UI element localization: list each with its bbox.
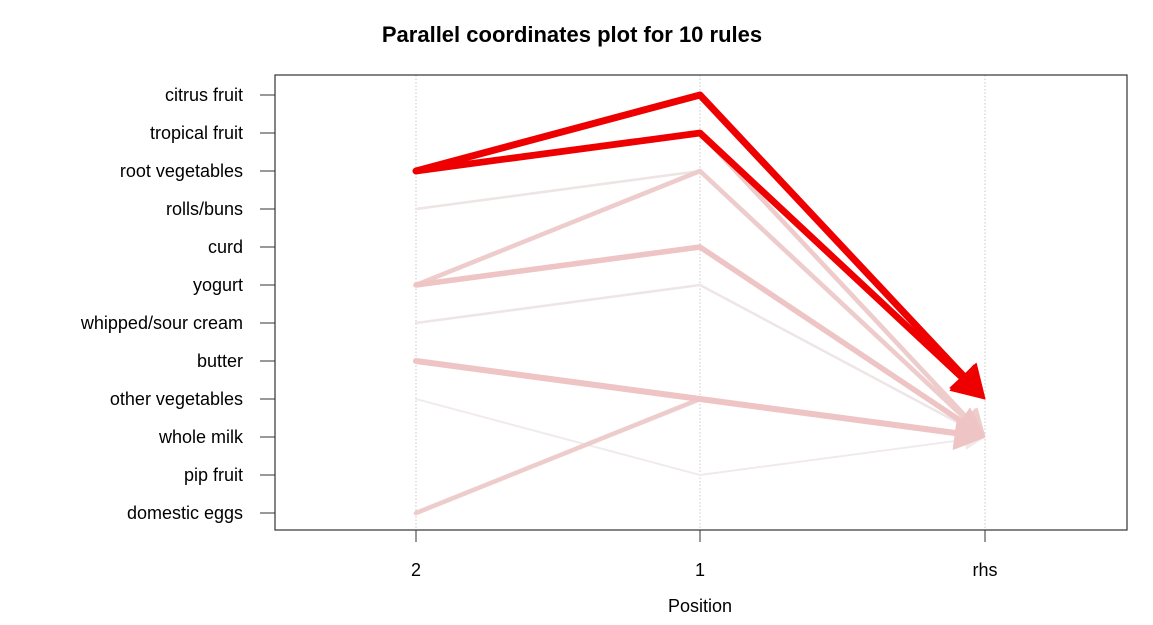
grid-lines [415,75,986,530]
chart-title: Parallel coordinates plot for 10 rules [382,22,762,47]
y-tick-label: yogurt [193,275,243,295]
y-axis: citrus fruit tropical fruit root vegetable… [80,85,275,523]
y-tick-label: butter [197,351,243,371]
y-tick-label: pip fruit [184,465,243,485]
x-tick-label: rhs [972,560,997,580]
y-tick-label: tropical fruit [150,123,243,143]
rule-path [413,396,966,516]
y-tick-label: curd [208,237,243,257]
x-axis-title: Position [668,596,732,616]
y-tick-label: root vegetables [120,161,243,181]
x-axis: 2 1 rhs [411,530,998,580]
y-tick-label: whipped/sour cream [80,313,243,333]
y-tick-label: rolls/buns [166,199,243,219]
y-tick-label: other vegetables [110,389,243,409]
x-tick-label: 2 [411,560,421,580]
rule-path [412,357,963,437]
parallel-coordinates-chart: Parallel coordinates plot for 10 rules c… [80,22,1128,616]
y-tick-label: whole milk [158,427,244,447]
rule-path [415,398,970,476]
y-tick-label: citrus fruit [165,85,243,105]
y-tick-label: domestic eggs [127,503,243,523]
x-tick-label: 1 [695,560,705,580]
plot-frame [274,74,1128,531]
